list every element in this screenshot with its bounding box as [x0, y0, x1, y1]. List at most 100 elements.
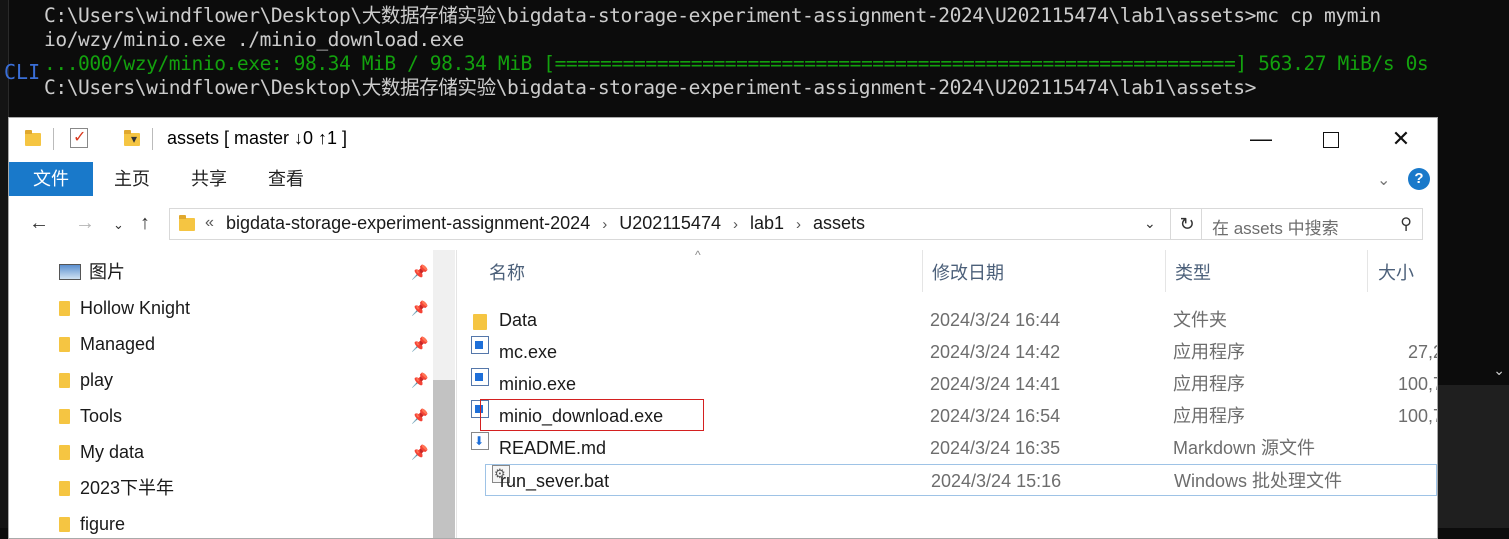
expand-ribbon-icon[interactable]: ⌄: [1377, 170, 1390, 190]
pin-icon[interactable]: 📌: [411, 300, 428, 317]
nav-item-2023-second-half[interactable]: 2023下半年: [59, 470, 174, 506]
minimize-button[interactable]: —: [1226, 118, 1296, 162]
window-title: assets [ master ↓0 ↑1 ]: [167, 128, 348, 148]
sort-ascending-icon: ^: [695, 248, 701, 262]
file-name: minio.exe: [499, 374, 577, 394]
maximize-icon: [1323, 132, 1339, 149]
breadcrumb-separator-icon[interactable]: ›: [784, 216, 813, 233]
column-header-date[interactable]: 修改日期: [932, 250, 1004, 298]
file-date: 2024/3/24 14:42: [930, 342, 1061, 362]
column-separator[interactable]: [922, 250, 923, 292]
breadcrumb-item[interactable]: assets: [813, 213, 865, 233]
file-list: 名称 ^ 修改日期 类型 大小 Data 2024/3/24 16:44 文件夹…: [457, 248, 1437, 538]
file-row[interactable]: README.md 2024/3/24 16:35 Markdown 源文件: [467, 425, 1427, 464]
folder-icon: [59, 372, 70, 388]
overflow-chevron[interactable]: «: [205, 214, 214, 232]
properties-icon[interactable]: [70, 127, 88, 148]
search-input[interactable]: 在 assets 中搜索 ⚲: [1201, 208, 1423, 240]
address-dropdown-icon[interactable]: ⌄: [1144, 215, 1156, 232]
file-type: Windows 批处理文件: [1174, 471, 1343, 491]
file-type: 文件夹: [1173, 310, 1227, 330]
pin-icon[interactable]: 📌: [411, 336, 428, 353]
file-explorer-window[interactable]: ▾ assets [ master ↓0 ↑1 ] — ✕ 文件 主页 共享 查…: [8, 117, 1438, 539]
breadcrumb-separator-icon[interactable]: ›: [590, 216, 619, 233]
file-row[interactable]: run_sever.bat 2024/3/24 15:16 Windows 批处…: [485, 458, 1437, 496]
folder-icon: [59, 480, 70, 496]
quick-access-dropdown-icon[interactable]: ▾: [131, 132, 137, 146]
folder-icon: [179, 215, 195, 231]
nav-scrollbar-thumb[interactable]: [433, 380, 455, 538]
folder-icon: [59, 444, 70, 460]
divider: [53, 128, 54, 150]
nav-item-label: play: [80, 370, 114, 390]
terminal-prompt-line[interactable]: C:\Users\windflower\Desktop\大数据存储实验\bigd…: [44, 76, 1256, 100]
pin-icon[interactable]: 📌: [411, 264, 428, 281]
file-type: 应用程序: [1173, 342, 1245, 362]
file-type: 应用程序: [1173, 374, 1245, 394]
terminal-scroll-area: [1436, 385, 1509, 528]
breadcrumb-separator-icon[interactable]: ›: [721, 216, 750, 233]
column-separator[interactable]: [1165, 250, 1166, 292]
search-placeholder: 在 assets 中搜索: [1212, 219, 1339, 238]
folder-icon: [59, 300, 70, 316]
divider: [152, 128, 153, 150]
breadcrumb-item[interactable]: lab1: [750, 213, 784, 233]
address-bar[interactable]: « bigdata-storage-experiment-assignment-…: [169, 208, 1202, 240]
breadcrumb-item[interactable]: bigdata-storage-experiment-assignment-20…: [226, 213, 590, 233]
breadcrumb: bigdata-storage-experiment-assignment-20…: [226, 213, 865, 234]
nav-item-tools[interactable]: Tools: [59, 398, 122, 434]
column-header-name[interactable]: 名称: [489, 250, 525, 298]
breadcrumb-item[interactable]: U202115474: [619, 213, 721, 233]
nav-item-my-data[interactable]: My data: [59, 434, 144, 470]
terminal-line: C:\Users\windflower\Desktop\大数据存储实验\bigd…: [44, 4, 1381, 27]
file-date: 2024/3/24 16:35: [930, 438, 1061, 458]
folder-icon: [59, 408, 70, 424]
nav-item-managed[interactable]: Managed: [59, 326, 155, 362]
tab-share[interactable]: 共享: [174, 162, 244, 196]
column-header-size[interactable]: 大小: [1378, 250, 1414, 298]
search-icon: ⚲: [1400, 216, 1412, 233]
file-name: run_sever.bat: [500, 471, 610, 491]
terminal-side-label: CLI: [4, 60, 41, 84]
file-date: 2024/3/24 14:41: [930, 374, 1061, 394]
file-row[interactable]: Data 2024/3/24 16:44 文件夹: [467, 304, 1427, 336]
tab-home[interactable]: 主页: [97, 162, 167, 196]
close-button[interactable]: ✕: [1366, 118, 1436, 162]
nav-item-label: Managed: [80, 334, 156, 354]
column-separator[interactable]: [1367, 250, 1368, 292]
tab-view[interactable]: 查看: [251, 162, 321, 196]
nav-item-label: figure: [80, 514, 126, 534]
nav-item-label: My data: [80, 442, 145, 462]
column-header-type[interactable]: 类型: [1175, 250, 1211, 298]
file-size: 100,7: [1397, 374, 1437, 394]
nav-item-hollow-knight[interactable]: Hollow Knight: [59, 290, 190, 326]
pin-icon[interactable]: 📌: [411, 408, 428, 425]
nav-item-pictures[interactable]: 图片: [59, 254, 125, 290]
up-arrow-icon[interactable]: ↑: [140, 212, 150, 235]
nav-item-label: 2023下半年: [80, 478, 175, 498]
scroll-down-arrow-icon[interactable]: ⌄: [1493, 362, 1505, 379]
nav-item-figure[interactable]: figure: [59, 506, 126, 538]
file-row[interactable]: minio.exe 2024/3/24 14:41 应用程序 100,7: [467, 368, 1437, 400]
recent-locations-chevron-icon[interactable]: ⌄: [113, 217, 124, 233]
file-row[interactable]: mc.exe 2024/3/24 14:42 应用程序 27,2: [467, 336, 1437, 368]
refresh-icon[interactable]: ↻: [1170, 209, 1203, 239]
title-bar[interactable]: ▾ assets [ master ↓0 ↑1 ] — ✕: [9, 118, 1437, 162]
tab-file[interactable]: 文件: [9, 162, 93, 196]
file-type: Markdown 源文件: [1173, 438, 1316, 458]
forward-arrow-icon[interactable]: →: [75, 212, 95, 235]
file-name: mc.exe: [499, 342, 558, 362]
pin-icon[interactable]: 📌: [411, 372, 428, 389]
file-date: 2024/3/24 16:44: [930, 310, 1061, 330]
ribbon-tabs: 文件 主页 共享 查看 ⌄ ?: [9, 162, 1437, 199]
file-size: 27,2: [1407, 342, 1437, 362]
pin-icon[interactable]: 📌: [411, 444, 428, 461]
nav-item-label: Hollow Knight: [80, 298, 191, 318]
file-name: Data: [499, 310, 538, 330]
nav-item-label: Tools: [80, 406, 123, 426]
nav-item-play[interactable]: play: [59, 362, 113, 398]
picture-icon: [59, 264, 81, 281]
back-arrow-icon[interactable]: ←: [29, 212, 49, 235]
help-icon[interactable]: ?: [1408, 168, 1430, 190]
maximize-button[interactable]: [1296, 118, 1366, 162]
